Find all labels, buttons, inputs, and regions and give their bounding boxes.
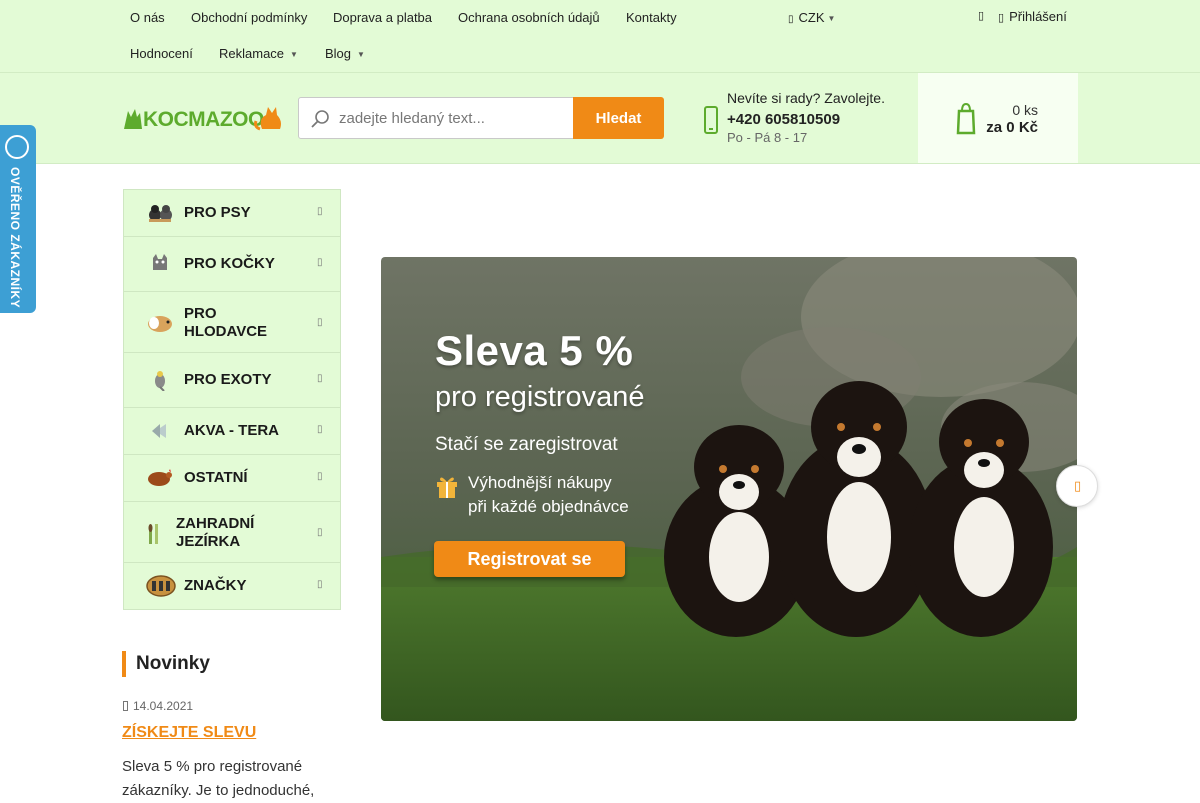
nav-link-blog-label: Blog bbox=[325, 46, 352, 61]
search-box bbox=[298, 97, 574, 139]
category-label: OSTATNÍ bbox=[184, 469, 248, 486]
top-navigation: O nás Obchodní podmínky Doprava a platba… bbox=[0, 0, 1200, 73]
help-hours: Po - Pá 8 - 17 bbox=[727, 130, 808, 145]
chevron-right-icon: ▯ bbox=[317, 373, 323, 384]
category-item-aqua-terra[interactable]: AKVA - TERA ▯ bbox=[124, 408, 340, 455]
nav-link-reviews[interactable]: Hodnocení bbox=[130, 46, 193, 61]
category-label: PRO PSY bbox=[184, 204, 251, 221]
news-date: 14.04.2021 bbox=[133, 699, 194, 713]
nav-link-complaints-label: Reklamace bbox=[219, 46, 285, 61]
shopping-bag-icon bbox=[956, 102, 976, 135]
login-label: Přihlášení bbox=[1009, 9, 1067, 24]
help-phone-link[interactable]: +420 605810509 bbox=[727, 111, 840, 128]
banner-title: Sleva 5 % bbox=[435, 327, 634, 374]
banner-perk-line: Výhodnější nákupy bbox=[468, 473, 612, 492]
guinea-pig-icon bbox=[148, 316, 172, 332]
banner-perk-line: při každé objednávce bbox=[468, 497, 629, 516]
category-label-line: JEZÍRKA bbox=[176, 533, 241, 550]
category-item-dogs[interactable]: PRO PSY ▯ bbox=[124, 190, 340, 237]
brands-icon bbox=[146, 575, 176, 597]
news-excerpt-line: Sleva 5 % pro registrované bbox=[122, 758, 303, 775]
calendar-icon bbox=[123, 701, 128, 711]
nav-link-contacts[interactable]: Kontakty bbox=[626, 10, 677, 25]
slider-next-button[interactable]: ▯ bbox=[1056, 465, 1098, 507]
cart-quantity: 0 ks bbox=[1012, 102, 1038, 118]
currency-label: CZK bbox=[798, 10, 825, 25]
lock-icon: ▯ bbox=[998, 12, 1005, 24]
banner-tagline: Stačí se zaregistrovat bbox=[435, 434, 618, 455]
nav-link-privacy[interactable]: Ochrana osobních údajů bbox=[458, 10, 600, 25]
verified-by-customers-badge[interactable]: OVĚŘENO ZÁKAZNÍKY bbox=[0, 125, 36, 313]
nav-link-complaints[interactable]: Reklamace ▼ bbox=[219, 46, 298, 61]
register-button[interactable]: Registrovat se bbox=[434, 541, 625, 577]
login-link[interactable]: ▯ Přihlášení bbox=[998, 9, 1067, 24]
chevron-right-icon: ▯ bbox=[317, 206, 323, 217]
fish-icon bbox=[152, 424, 166, 438]
category-label: PRO KOČKY bbox=[184, 255, 275, 272]
reed-icon bbox=[148, 524, 158, 544]
search-input[interactable] bbox=[339, 98, 569, 138]
chevron-right-icon: ▯ bbox=[317, 257, 323, 268]
category-menu: PRO PSY ▯ PRO KOČKY ▯ PRO HLODAVCE ▯ PRO… bbox=[123, 189, 341, 610]
chevron-down-icon: ▼ bbox=[827, 14, 836, 23]
chevron-right-icon: ▯ bbox=[1074, 478, 1082, 493]
nav-link-blog[interactable]: Blog ▼ bbox=[325, 46, 365, 61]
chevron-down-icon: ▼ bbox=[290, 50, 298, 59]
search-icon bbox=[311, 110, 329, 128]
user-icon[interactable]: ▯ bbox=[978, 9, 984, 22]
currency-selector[interactable]: ▯ CZK ▼ bbox=[788, 10, 835, 25]
bird-icon bbox=[155, 371, 165, 391]
cart-total: za 0 Kč bbox=[986, 119, 1038, 136]
chevron-right-icon: ▯ bbox=[317, 424, 323, 435]
category-item-exotics[interactable]: PRO EXOTY ▯ bbox=[124, 353, 340, 408]
category-label-line: PRO bbox=[184, 305, 217, 322]
category-label: PRO EXOTY bbox=[184, 371, 272, 388]
phone-icon bbox=[704, 106, 718, 134]
category-label-line: ZAHRADNÍ bbox=[176, 515, 255, 532]
news-article-link[interactable]: ZÍSKEJTE SLEVU bbox=[122, 724, 256, 742]
chevron-right-icon: ▯ bbox=[317, 579, 323, 590]
chevron-right-icon: ▯ bbox=[317, 317, 323, 328]
nav-link-terms[interactable]: Obchodní podmínky bbox=[191, 10, 307, 25]
news-excerpt-line: zákazníky. Je to jednoduché, bbox=[122, 782, 315, 799]
category-item-brands[interactable]: ZNAČKY ▯ bbox=[124, 563, 340, 610]
category-label: ZNAČKY bbox=[184, 577, 247, 594]
verified-badge-text: OVĚŘENO ZÁKAZNÍKY bbox=[8, 167, 22, 309]
cat-icon bbox=[153, 254, 167, 270]
category-label-line: HLODAVCE bbox=[184, 323, 268, 340]
nav-link-shipping[interactable]: Doprava a platba bbox=[333, 10, 432, 25]
help-title: Nevíte si rady? Zavolejte. bbox=[727, 90, 885, 106]
category-label: AKVA - TERA bbox=[184, 422, 279, 439]
category-item-rodents[interactable]: PRO HLODAVCE ▯ bbox=[124, 292, 340, 353]
chevron-right-icon: ▯ bbox=[317, 527, 323, 538]
news-excerpt: Sleva 5 % pro registrované zákazníky. Je… bbox=[122, 755, 337, 803]
search-button[interactable]: Hledat bbox=[573, 97, 664, 139]
chevron-right-icon: ▯ bbox=[317, 471, 323, 482]
logo-text: KOCMAZOO bbox=[143, 108, 264, 131]
cart-button[interactable]: 0 ks za 0 Kč bbox=[918, 73, 1078, 163]
category-item-garden-ponds[interactable]: ZAHRADNÍ JEZÍRKA ▯ bbox=[124, 502, 340, 563]
gift-icon bbox=[437, 477, 457, 498]
news-heading: Novinky bbox=[136, 653, 210, 674]
nav-link-about[interactable]: O nás bbox=[130, 10, 165, 25]
news-title-accent bbox=[122, 651, 126, 677]
category-item-cats[interactable]: PRO KOČKY ▯ bbox=[124, 237, 340, 292]
verified-seal-icon bbox=[5, 135, 29, 159]
category-item-other[interactable]: OSTATNÍ ▯ bbox=[124, 455, 340, 502]
category-label: PRO HLODAVCE bbox=[184, 305, 267, 341]
banner-subtitle: pro registrované bbox=[435, 381, 645, 413]
promo-banner[interactable]: Sleva 5 % pro registrované Stačí se zare… bbox=[381, 257, 1077, 721]
kocmazoo-logo[interactable]: KOCMAZOO bbox=[122, 101, 284, 133]
chevron-down-icon: ▼ bbox=[357, 50, 365, 59]
dogs-icon bbox=[149, 205, 172, 222]
hen-icon bbox=[148, 469, 172, 486]
globe-icon: ▯ bbox=[788, 14, 794, 25]
category-label: ZAHRADNÍ JEZÍRKA bbox=[176, 515, 254, 551]
